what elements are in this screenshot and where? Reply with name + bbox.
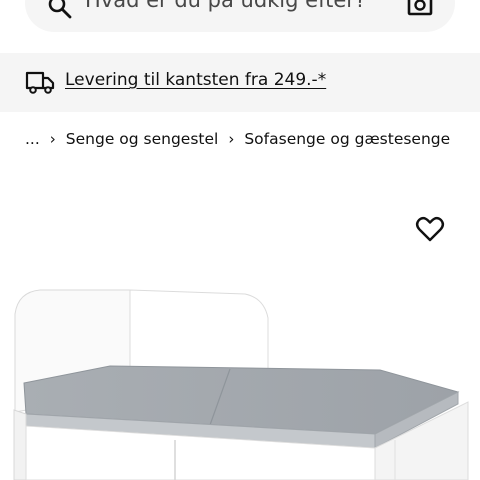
breadcrumb-ellipsis[interactable]: ... (25, 130, 40, 148)
search-bar[interactable] (25, 0, 455, 32)
chevron-right-icon: › (49, 130, 56, 148)
heart-icon (415, 216, 445, 242)
truck-icon (25, 68, 55, 96)
daybed-product-image[interactable] (0, 178, 480, 480)
search-icon[interactable] (47, 0, 73, 20)
camera-icon[interactable] (405, 0, 435, 19)
favorite-button[interactable] (410, 209, 450, 249)
breadcrumb-item-sofa-beds[interactable]: Sofasenge og gæstesenge (244, 130, 450, 148)
breadcrumb: ... › Senge og sengestel › Sofasenge og … (25, 128, 450, 150)
delivery-link[interactable]: Levering til kantsten fra 249.-* (65, 70, 326, 90)
breadcrumb-item-beds[interactable]: Senge og sengestel (66, 130, 219, 148)
delivery-banner: Levering til kantsten fra 249.-* (0, 53, 480, 112)
search-input[interactable] (85, 0, 385, 20)
chevron-right-icon: › (228, 130, 235, 148)
